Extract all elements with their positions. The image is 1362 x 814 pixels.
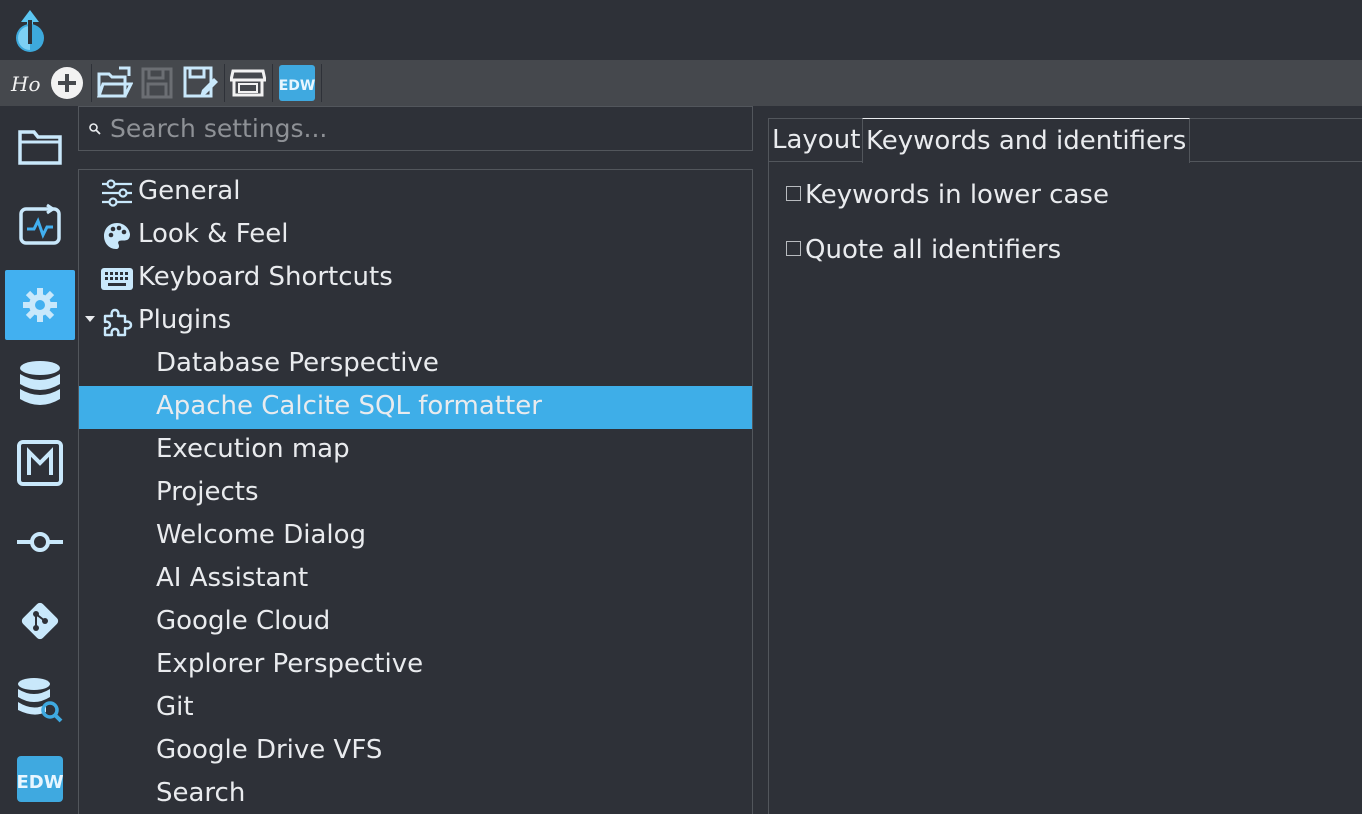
tree-item-label: Explorer Perspective [156,649,424,679]
git-perspective-icon[interactable] [5,586,75,656]
puzzle-icon [101,307,133,337]
tab-layout[interactable]: Layout [772,118,860,162]
palette-icon [101,221,133,251]
settings-tree: General Look & Feel Keyboard Shortcuts P… [78,169,753,814]
execution-monitor-icon[interactable] [5,191,75,261]
new-file-icon[interactable] [48,64,86,102]
tree-item-label: Projects [156,477,259,507]
panel-divider[interactable] [768,118,769,814]
search-input[interactable] [102,107,752,150]
save-as-icon[interactable] [181,64,219,102]
open-folder-icon[interactable] [96,64,134,102]
tree-item-google-cloud[interactable]: Google Cloud [79,601,752,644]
tab-bar: Layout Keywords and identifiers [769,118,1362,163]
keyboard-icon [101,264,133,294]
tree-item-label: Google Drive VFS [156,735,383,765]
settings-search-box[interactable] [78,106,753,151]
mdl-perspective-icon[interactable] [5,428,75,498]
tree-item-label: Git [156,692,194,722]
tree-item-label: Database Perspective [156,348,439,378]
tree-item-keyboard-shortcuts[interactable]: Keyboard Shortcuts [79,257,752,300]
svg-text:Hop: Hop [10,72,41,96]
edw-perspective-icon[interactable]: EDW [5,744,75,814]
tree-item-apache-calcite-sql-formatter[interactable]: Apache Calcite SQL formatter [79,386,752,429]
tree-item-explorer-perspective[interactable]: Explorer Perspective [79,644,752,687]
keywords-lower-case-checkbox[interactable] [786,185,801,201]
quote-identifiers-label: Quote all identifiers [805,235,1062,265]
metadata-perspective-icon[interactable] [5,349,75,419]
tree-item-general[interactable]: General [79,171,752,214]
tree-item-label: Keyboard Shortcuts [138,262,393,292]
chevron-down-icon[interactable] [85,316,95,322]
svg-text:EDW: EDW [17,772,63,793]
hop-logo-icon[interactable]: Hop [6,64,44,102]
hop-app-icon [16,10,44,52]
explorer-perspective-icon[interactable] [5,112,75,182]
search-database-icon[interactable] [5,665,75,735]
save-icon[interactable] [138,64,176,102]
perspective-bar: EDW [0,106,78,814]
edw-icon[interactable]: EDW [278,64,316,102]
tree-item-look-and-feel[interactable]: Look & Feel [79,214,752,257]
tree-item-label: Look & Feel [138,219,289,249]
quote-identifiers-checkbox[interactable] [786,240,801,256]
tree-item-execution-map[interactable]: Execution map [79,429,752,472]
tree-item-google-drive-vfs[interactable]: Google Drive VFS [79,730,752,773]
quote-identifiers-option[interactable]: Quote all identifiers [786,233,1061,267]
tree-item-label: Apache Calcite SQL formatter [156,391,542,421]
marketplace-icon[interactable] [229,64,267,102]
title-bar [0,0,1362,60]
tree-item-label: Search [156,778,246,808]
search-icon [89,122,101,135]
svg-text:EDW: EDW [279,78,315,94]
tree-item-welcome-dialog[interactable]: Welcome Dialog [79,515,752,558]
tree-item-label: Google Cloud [156,606,331,636]
main-toolbar: Hop EDW [0,60,1362,106]
tree-item-database-perspective[interactable]: Database Perspective [79,343,752,386]
tree-item-label: Execution map [156,434,350,464]
tree-item-plugins[interactable]: Plugins [79,300,752,343]
tree-item-projects[interactable]: Projects [79,472,752,515]
tree-item-git[interactable]: Git [79,687,752,730]
configuration-perspective-icon[interactable] [5,270,75,340]
tree-item-label: Plugins [138,305,232,335]
pipeline-commit-icon[interactable] [5,507,75,577]
sliders-icon [101,178,133,208]
tree-item-search[interactable]: Search [79,773,752,814]
tree-item-label: AI Assistant [156,563,309,593]
keywords-lower-case-option[interactable]: Keywords in lower case [786,178,1109,212]
tree-item-label: Welcome Dialog [156,520,367,550]
tree-item-ai-assistant[interactable]: AI Assistant [79,558,752,601]
tree-item-label: General [138,176,241,206]
keywords-lower-case-label: Keywords in lower case [805,180,1109,210]
tab-keywords-and-identifiers[interactable]: Keywords and identifiers [862,118,1191,163]
